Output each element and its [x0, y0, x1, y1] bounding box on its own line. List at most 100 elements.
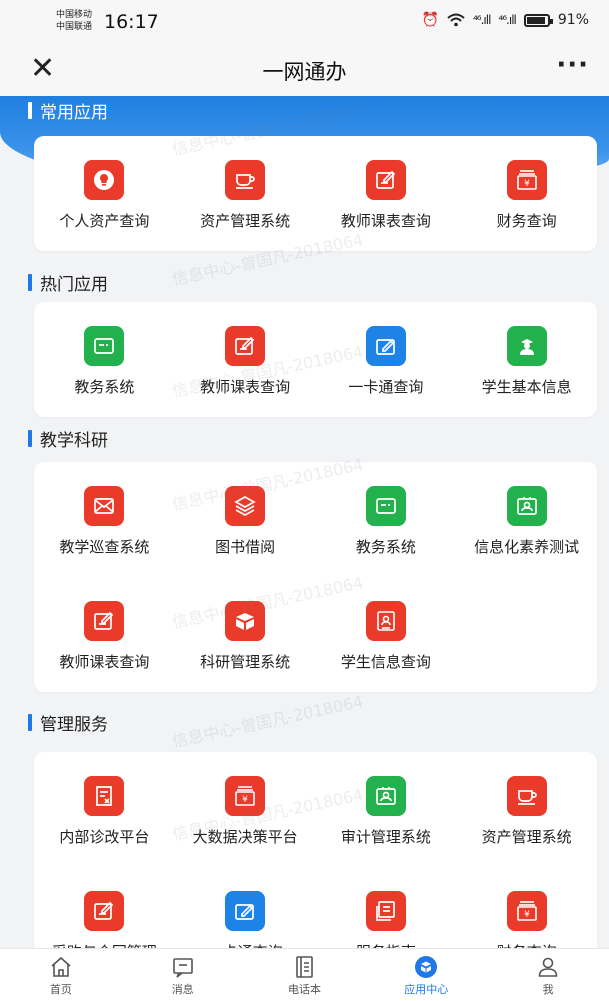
app-tile[interactable]: 学生信息查询 [316, 577, 457, 692]
app-center-content[interactable]: 常用应用 个人资产查询 资产管理系统 教师课表查询 ¥ 财务查询 热门应用 教务系统 教师… [0, 96, 609, 948]
page-title: 一网通办 [262, 60, 347, 84]
app-label: 教务系统 [74, 378, 135, 396]
guide-icon [365, 891, 406, 931]
tab-phonebook[interactable]: 电话本 [244, 949, 366, 1001]
tab-me[interactable]: 我 [487, 949, 609, 1001]
app-tile[interactable]: 教务系统 [34, 302, 175, 417]
app-tile[interactable]: 采购与合同管理 [34, 867, 175, 948]
svg-text:¥: ¥ [524, 910, 530, 920]
app-tile[interactable]: 教师课表查询 [316, 136, 457, 251]
app-tile[interactable]: 教师课表查询 [34, 577, 175, 692]
battery-percent: 91% [557, 12, 589, 28]
app-label: 教师课表查询 [340, 212, 431, 230]
section-title: 常用应用 [40, 102, 108, 123]
edit-form-icon [365, 160, 406, 200]
section-card-hot: 教务系统 教师课表查询 一卡通查询 学生基本信息 [34, 302, 597, 417]
tab-home[interactable]: 首页 [0, 949, 122, 1001]
section-marker [28, 429, 32, 447]
tab-label: 电话本 [287, 983, 321, 996]
tab-bar: 首页 消息 电话本 应用中心 我 [0, 948, 609, 1001]
card-icon [365, 486, 406, 526]
app-tile[interactable]: 教学巡查系统 [34, 462, 175, 577]
app-tile[interactable]: 内部诊改平台 [34, 752, 175, 867]
system-icons: ⏰ ⁴⁶.ıll ⁴⁶.ıll 91% [422, 12, 589, 28]
status-bar: 中国移动 中国联通 16:17 ⏰ ⁴⁶.ıll ⁴⁶.ıll 91% [0, 0, 609, 44]
message-icon [172, 958, 193, 978]
app-label: 资产管理系统 [481, 828, 572, 846]
app-center-icon [415, 956, 438, 978]
app-tile[interactable]: 资产管理系统 [175, 136, 316, 251]
student-icon [506, 326, 547, 366]
app-tile[interactable]: ¥ 财务查询 [456, 867, 597, 948]
app-tile[interactable]: 信息化素养测试 [456, 462, 597, 577]
app-tile[interactable]: 资产管理系统 [456, 752, 597, 867]
edit-form-icon [84, 891, 125, 931]
app-label: 服务指南 [356, 941, 416, 948]
section-card-common: 个人资产查询 资产管理系统 教师课表查询 ¥ 财务查询 [34, 136, 597, 251]
edit-form-icon [84, 601, 125, 641]
app-label: 资产管理系统 [200, 212, 291, 230]
tab-app-center[interactable]: 应用中心 [365, 949, 487, 1001]
section-header-management: 管理服务 [28, 710, 108, 735]
section-title: 教学科研 [40, 430, 108, 451]
app-tile[interactable]: 图书借阅 [175, 462, 316, 577]
app-tile[interactable]: ¥ 财务查询 [456, 136, 597, 251]
svg-text:¥: ¥ [242, 795, 248, 805]
app-tile[interactable]: 科研管理系统 [175, 577, 316, 692]
app-tile[interactable]: 审计管理系统 [316, 752, 457, 867]
app-label: 财务查询 [496, 212, 557, 230]
finance-register-icon: ¥ [506, 160, 547, 200]
pen-card-icon [225, 891, 266, 931]
watermark: 信息中心-曾国凡-2018064 [170, 691, 365, 752]
app-label: 一卡通查询 [208, 941, 283, 948]
mail-icon [84, 486, 125, 526]
app-label: 大数据决策平台 [192, 828, 298, 846]
wifi-icon [447, 13, 465, 27]
carrier-2: 中国联通 [56, 22, 93, 32]
app-tile[interactable]: ¥ 大数据决策平台 [175, 752, 316, 867]
section-card-management: 内部诊改平台 ¥ 大数据决策平台 审计管理系统 资产管理系统采购与合同管理 一卡通查询 服务… [34, 752, 597, 948]
tab-label: 首页 [49, 983, 72, 996]
app-tile[interactable]: 服务指南 [316, 867, 457, 948]
lightbulb-icon [84, 160, 125, 200]
id-card-icon [365, 601, 406, 641]
cup-icon [225, 160, 266, 200]
app-label: 信息化素养测试 [474, 538, 580, 556]
section-marker [28, 273, 32, 291]
app-tile[interactable]: 教师课表查询 [175, 302, 316, 417]
app-tile[interactable]: 个人资产查询 [34, 136, 175, 251]
app-label: 教师课表查询 [200, 378, 291, 396]
section-header-teaching: 教学科研 [28, 426, 108, 451]
app-tile[interactable]: 一卡通查询 [316, 302, 457, 417]
section-card-teaching: 教学巡查系统 图书借阅 教务系统 信息化素养测试教师课表查询 科研管理系统 学生信息查询 [34, 462, 597, 692]
tab-label: 我 [542, 983, 554, 996]
section-marker [28, 101, 32, 119]
card-icon [84, 326, 125, 366]
app-label: 学生基本信息 [481, 378, 572, 396]
app-label: 采购与合同管理 [52, 941, 157, 948]
app-label: 个人资产查询 [59, 212, 150, 230]
app-tile[interactable]: 一卡通查询 [175, 867, 316, 948]
layers-icon [225, 486, 266, 526]
section-title: 热门应用 [40, 274, 108, 295]
app-label: 教师课表查询 [59, 653, 150, 671]
person-frame-icon [365, 776, 406, 816]
app-tile[interactable]: 学生基本信息 [456, 302, 597, 417]
more-button[interactable]: ··· [556, 50, 589, 80]
person-frame-icon [506, 486, 547, 526]
section-marker [28, 713, 32, 731]
tab-label: 消息 [171, 983, 194, 996]
edit-form-icon [225, 326, 266, 366]
app-label: 学生信息查询 [340, 653, 431, 671]
phonebook-icon [296, 956, 314, 978]
tab-messages[interactable]: 消息 [122, 949, 244, 1001]
section-header-hot: 热门应用 [28, 270, 108, 295]
svg-text:¥: ¥ [524, 179, 530, 189]
app-label: 内部诊改平台 [59, 828, 150, 846]
alarm-icon: ⏰ [421, 12, 439, 28]
battery-icon [523, 13, 553, 27]
nav-bar: ✕ 一网通办 ··· [0, 44, 609, 96]
app-tile[interactable]: 教务系统 [316, 462, 457, 577]
app-label: 财务查询 [497, 941, 557, 948]
app-label: 一卡通查询 [348, 378, 424, 396]
